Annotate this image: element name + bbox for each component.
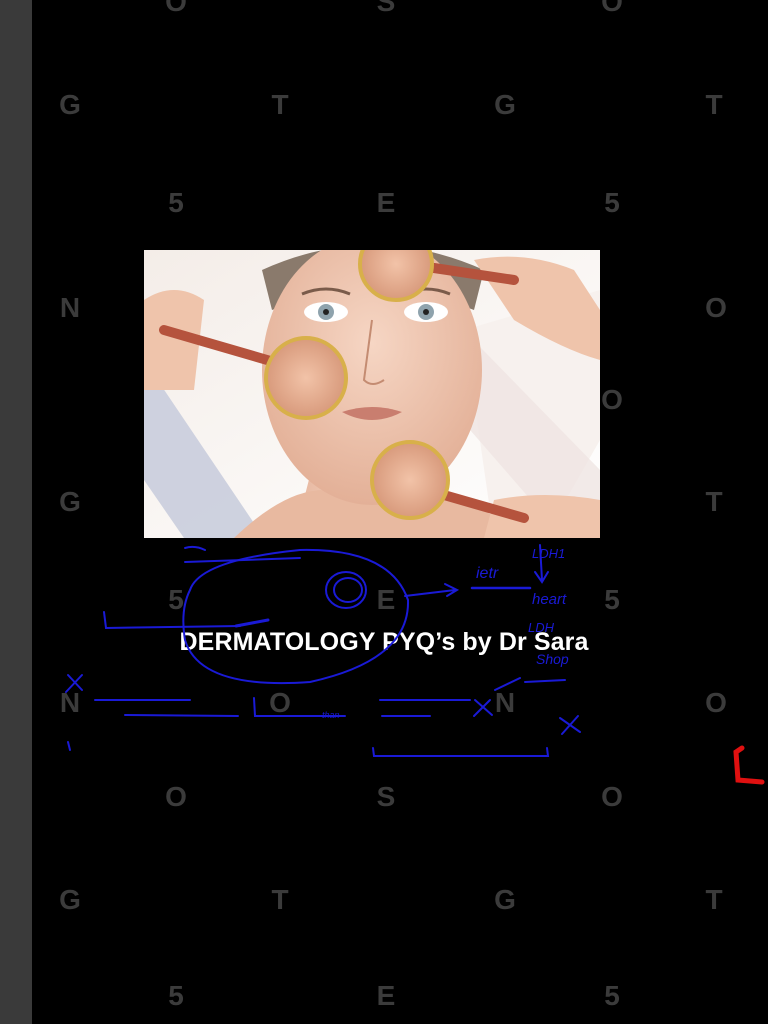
slide-title: DERMATOLOGY PYQ’s by Dr Sara [179,628,589,656]
watermark-letter: G [59,486,81,517]
watermark-letter: G [494,89,516,120]
watermark-letter: 5 [168,187,184,218]
document-page: O S O G T G T 5 E 5 N O O G T 5 E 5 N O … [0,0,768,1024]
watermark-letter: N [59,687,81,718]
watermark-letter: O [601,384,623,415]
watermark-letter: 5 [604,584,620,615]
watermark-letter: 5 [604,187,620,218]
watermark-letter: G [59,89,81,120]
watermark-letter: T [271,89,289,120]
watermark-letter: G [494,884,516,915]
watermark-letter: 5 [168,980,184,1011]
watermark-letter: O [601,0,623,17]
watermark-letter: T [705,89,723,120]
watermark-letter: T [271,884,289,915]
watermark-letter: T [705,486,723,517]
watermark-letter: E [376,980,396,1011]
watermark-letter: S [376,0,396,17]
face-illustration [144,250,600,538]
watermark-letter: O [705,292,727,323]
watermark-letter: N [494,687,516,718]
watermark-letter: T [705,884,723,915]
page-left-margin [0,0,32,1024]
skin-aging-photo [144,250,600,538]
watermark-letter: 5 [168,584,184,615]
watermark-letter: G [59,884,81,915]
watermark-letter: 5 [604,980,620,1011]
watermark-letter: S [376,781,396,812]
watermark-letter: N [59,292,81,323]
watermark-letter: E [376,187,396,218]
watermark-letter: O [165,0,187,17]
watermark-letter: O [165,781,187,812]
watermark-letter: E [376,584,396,615]
watermark-letter: O [269,687,291,718]
watermark-letter: O [705,687,727,718]
watermark-letter: O [601,781,623,812]
